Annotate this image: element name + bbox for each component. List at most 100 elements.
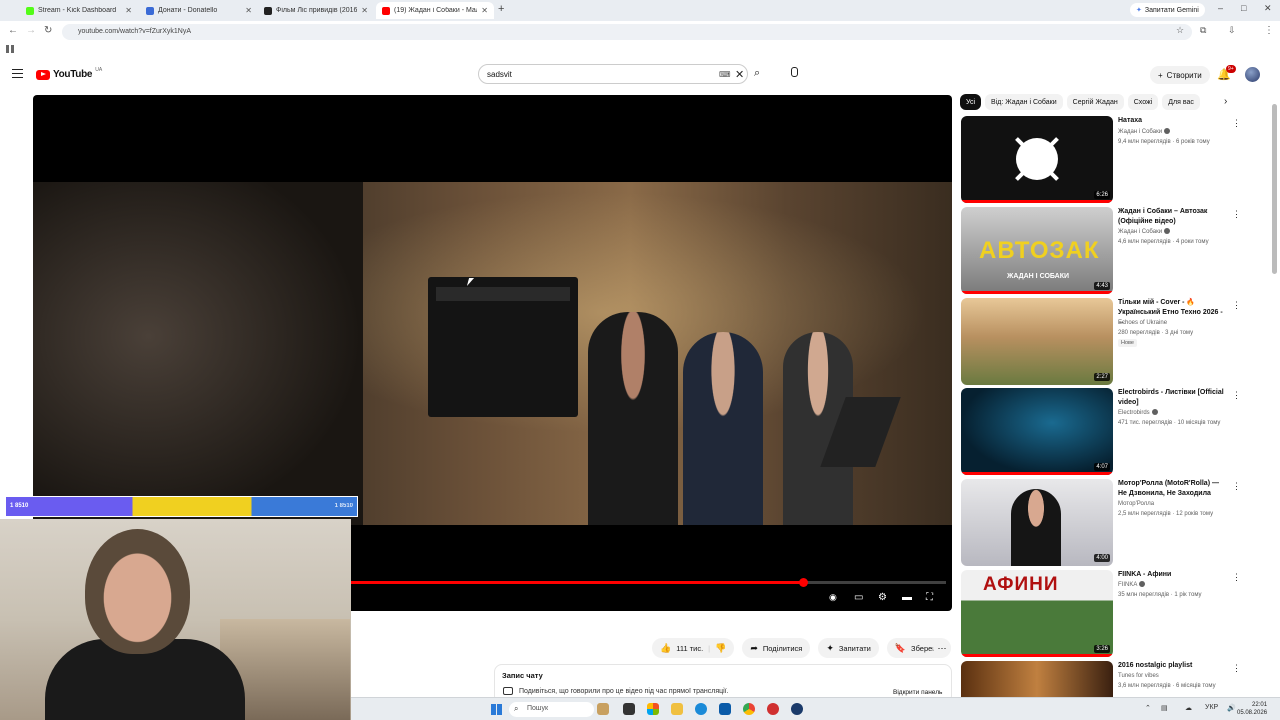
share-button[interactable]: ➦ Поділитися (742, 638, 811, 658)
close-tab-icon[interactable]: ✕ (481, 6, 488, 15)
more-options-icon[interactable]: ⋮ (1232, 300, 1241, 311)
browser-tab[interactable]: Донати - Donatello ✕ (140, 2, 258, 19)
playlist-title[interactable]: 2016 nostalgic playlist (1118, 661, 1228, 671)
thumbs-down-icon[interactable]: 👎 (715, 643, 726, 654)
video-thumbnail[interactable]: 4:00 (961, 479, 1113, 566)
extensions-icon[interactable]: ⧉ (1200, 25, 1206, 36)
ask-gemini-button[interactable]: ✦ Запитати Gemini (1130, 3, 1205, 17)
volume-icon[interactable]: 🔊 (1227, 704, 1236, 712)
widgets-icon[interactable] (597, 703, 609, 715)
create-button[interactable]: + Створити (1150, 66, 1210, 84)
recommended-video[interactable]: 4:00 Мотор'Ролла (MotoR'Rolla) — Не Дзво… (961, 479, 1261, 566)
video-thumbnail[interactable]: АВТОЗАК ЖАДАН І СОБАКИ 4:43 (961, 207, 1113, 294)
minimize-button[interactable]: – (1218, 3, 1223, 13)
keyboard-icon[interactable]: ⌨ (719, 70, 731, 79)
search-input[interactable]: sadsvit (487, 70, 512, 79)
close-tab-icon[interactable]: ✕ (125, 6, 132, 15)
video-thumbnail[interactable]: 2:27 (961, 298, 1113, 385)
youtube-logo[interactable]: YouTube UA (36, 67, 102, 80)
channel-name[interactable]: Tunes for vibes (1118, 671, 1248, 681)
new-tab-button[interactable]: + (498, 3, 504, 15)
video-thumbnail[interactable]: 6:26 (961, 116, 1113, 203)
file-explorer-icon[interactable] (671, 703, 683, 715)
seek-bar[interactable] (351, 578, 946, 587)
system-clock[interactable]: 22:01 05.08.2026 (1237, 701, 1267, 717)
more-options-icon[interactable]: ⋮ (1232, 663, 1241, 674)
onedrive-icon[interactable]: ☁ (1185, 704, 1192, 712)
thumbs-up-icon[interactable]: 👍 (660, 643, 671, 654)
recommended-video[interactable]: 6:26 Натаха Жадан і Собаки 9,4 млн перег… (961, 116, 1261, 203)
apps-grid-icon[interactable] (6, 45, 14, 53)
theater-mode-icon[interactable]: ▬ (902, 592, 912, 603)
video-title[interactable]: Жадан і Собаки – Автозак (Офіційне відео… (1118, 207, 1228, 226)
video-thumbnail[interactable]: АФИНИ 3:26 (961, 570, 1113, 657)
recommended-video[interactable]: АВТОЗАК ЖАДАН І СОБАКИ 4:43 Жадан і Соба… (961, 207, 1261, 294)
ask-button[interactable]: ✦ Запитати (818, 638, 879, 658)
video-thumbnail[interactable]: 4:07 (961, 388, 1113, 475)
subtitles-icon[interactable]: ▭ (854, 592, 863, 603)
browser-tab[interactable]: Stream - Kick Dashboard ✕ (20, 2, 138, 19)
maximize-button[interactable]: □ (1241, 3, 1246, 13)
bookmark-star-icon[interactable]: ☆ (1176, 25, 1184, 36)
seek-bar-handle[interactable] (799, 578, 809, 587)
channel-name[interactable]: Echoes of Ukraine (1118, 318, 1248, 328)
autoplay-toggle-icon[interactable]: ◉ (829, 592, 837, 603)
playlist-thumbnail[interactable] (961, 661, 1113, 697)
channel-name[interactable]: Мотор'Ролла (1118, 499, 1248, 509)
network-icon[interactable]: ▤ (1161, 704, 1168, 712)
close-tab-icon[interactable]: ✕ (361, 6, 368, 15)
more-options-icon[interactable]: ⋮ (1232, 209, 1241, 220)
obs-icon[interactable] (767, 703, 779, 715)
video-title[interactable]: Мотор'Ролла (MotoR'Rolla) — Не Дзвонила,… (1118, 479, 1228, 498)
more-options-icon[interactable]: ⋮ (1232, 481, 1241, 492)
taskbar-search[interactable]: ⌕ Пошук (509, 702, 594, 717)
edge-browser-icon[interactable] (695, 703, 707, 715)
chip-serhiy-zhadan[interactable]: Сергій Жадан (1066, 94, 1124, 110)
recommended-playlist[interactable]: 2016 nostalgic playlist Tunes for vibes … (961, 661, 1261, 697)
page-scrollbar[interactable] (1272, 94, 1277, 694)
like-count[interactable]: 111 тис. (676, 644, 703, 653)
clear-search-icon[interactable]: ✕ (735, 68, 744, 81)
copilot-icon[interactable] (647, 703, 659, 715)
steam-icon[interactable] (791, 703, 803, 715)
chevron-right-icon[interactable]: › (1224, 96, 1227, 107)
forward-arrow-icon[interactable]: → (26, 25, 36, 36)
avatar[interactable] (1245, 67, 1260, 82)
chip-similar[interactable]: Схожі (1127, 94, 1159, 110)
search-icon[interactable]: ⌕ (754, 67, 760, 80)
windows-start-icon[interactable] (491, 704, 502, 715)
download-icon[interactable]: ⇩ (1228, 25, 1236, 36)
scrollbar-thumb[interactable] (1272, 104, 1277, 274)
recommended-video[interactable]: 2:27 Тільки мій - Cover - 🔥 Український … (961, 298, 1261, 385)
ms-store-icon[interactable] (719, 703, 731, 715)
chip-all[interactable]: Усі (960, 94, 982, 110)
browser-tab[interactable]: Фільм Ліс привидів (2016) он... ✕ (258, 2, 374, 19)
task-view-icon[interactable] (623, 703, 635, 715)
close-window-button[interactable]: ✕ (1264, 3, 1272, 14)
channel-name[interactable]: Electrobirds (1118, 408, 1248, 418)
reload-icon[interactable]: ↻ (44, 25, 52, 36)
more-actions-icon[interactable]: ⋯ (933, 639, 951, 657)
channel-name[interactable]: Жадан і Собаки (1118, 127, 1248, 137)
more-options-icon[interactable]: ⋮ (1232, 390, 1241, 401)
video-title[interactable]: Electrobirds - Листівки [Official video] (1118, 388, 1228, 407)
browser-tab-active[interactable]: (19) Жадан і Собаки - Мал... ✕ (376, 2, 494, 19)
channel-name[interactable]: Жадан і Собаки (1118, 227, 1248, 237)
channel-name[interactable]: FIINKA (1118, 580, 1248, 590)
fullscreen-icon[interactable]: ⛶ (926, 592, 933, 603)
chip-for-you[interactable]: Для вас (1162, 94, 1200, 110)
video-title[interactable]: Натаха (1118, 116, 1228, 126)
menu-hamburger-icon[interactable] (12, 69, 23, 78)
address-bar[interactable]: youtube.com/watch?v=fZurXyk1NyA (62, 24, 1192, 40)
recommended-video[interactable]: 4:07 Electrobirds - Листівки [Official v… (961, 388, 1261, 475)
recommended-video[interactable]: АФИНИ 3:26 FIINKA - Афини FIINKA 35 млн … (961, 570, 1261, 657)
microphone-icon[interactable] (789, 66, 799, 82)
chrome-icon[interactable] (743, 703, 755, 715)
more-options-icon[interactable]: ⋮ (1232, 118, 1241, 129)
chip-from-channel[interactable]: Від: Жадан і Собаки (985, 94, 1063, 110)
close-tab-icon[interactable]: ✕ (245, 6, 252, 15)
video-title[interactable]: FIINKA - Афини (1118, 570, 1228, 580)
browser-menu-icon[interactable]: ⋮ (1264, 25, 1274, 36)
back-arrow-icon[interactable]: ← (8, 25, 18, 36)
settings-gear-icon[interactable]: ⚙ (878, 592, 887, 603)
